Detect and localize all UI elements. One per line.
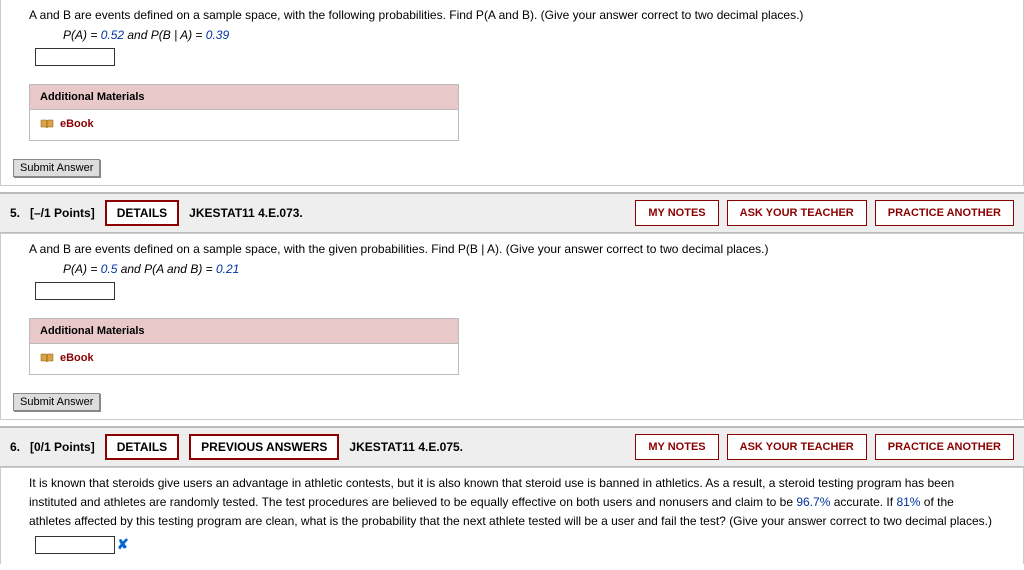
details-button[interactable]: DETAILS: [105, 200, 179, 226]
submit-answer-button[interactable]: Submit Answer: [13, 159, 100, 177]
additional-materials-box: Additional Materials eBook: [29, 84, 459, 141]
q5-val-a: 0.5: [101, 262, 118, 276]
additional-materials-body: eBook: [30, 110, 458, 140]
q6-val-clean: 81%: [896, 495, 920, 509]
question-5: A and B are events defined on a sample s…: [0, 233, 1024, 420]
book-icon: [40, 119, 54, 129]
q5-given-prefix: P(A) =: [63, 262, 101, 276]
q5-points: [–/1 Points]: [30, 206, 95, 220]
my-notes-button-q6[interactable]: MY NOTES: [635, 434, 718, 460]
question-6-prompt: It is known that steroids give users an …: [29, 474, 995, 532]
my-notes-button[interactable]: MY NOTES: [635, 200, 718, 226]
additional-materials-header: Additional Materials: [30, 85, 458, 110]
additional-materials-header-q5: Additional Materials: [30, 319, 458, 344]
q5-given-mid: and P(A and B) =: [117, 262, 216, 276]
ask-teacher-button[interactable]: ASK YOUR TEACHER: [727, 200, 867, 226]
q6-number: 6.: [10, 440, 20, 454]
submit-area-q4: Submit Answer: [1, 151, 1023, 185]
answer-input-q4[interactable]: [35, 48, 115, 66]
q4-given-mid: and P(B | A) =: [124, 28, 206, 42]
q5-header-right: MY NOTES ASK YOUR TEACHER PRACTICE ANOTH…: [635, 200, 1014, 226]
question-5-body: A and B are events defined on a sample s…: [1, 234, 1023, 385]
answer-input-q6[interactable]: [35, 536, 115, 554]
q5-val-b: 0.21: [216, 262, 239, 276]
q6-header-right: MY NOTES ASK YOUR TEACHER PRACTICE ANOTH…: [635, 434, 1014, 460]
q4-given-prefix: P(A) =: [63, 28, 101, 42]
ebook-label: eBook: [60, 118, 94, 130]
q5-ref: JKESTAT11 4.E.073.: [189, 206, 303, 220]
ebook-label-q5: eBook: [60, 352, 94, 364]
question-5-given: P(A) = 0.5 and P(A and B) = 0.21: [63, 262, 995, 276]
q4-val-a: 0.52: [101, 28, 124, 42]
ebook-link-q5[interactable]: eBook: [40, 352, 94, 364]
q4-val-b: 0.39: [206, 28, 229, 42]
ask-teacher-button-q6[interactable]: ASK YOUR TEACHER: [727, 434, 867, 460]
answer-input-q5[interactable]: [35, 282, 115, 300]
question-4-body: A and B are events defined on a sample s…: [1, 0, 1023, 151]
additional-materials-body-q5: eBook: [30, 344, 458, 374]
practice-another-button-q6[interactable]: PRACTICE ANOTHER: [875, 434, 1014, 460]
q5-text: A and B are events defined on a sample s…: [29, 242, 768, 256]
ebook-link[interactable]: eBook: [40, 118, 94, 130]
q6-val-acc: 96.7%: [796, 495, 830, 509]
question-4: A and B are events defined on a sample s…: [0, 0, 1024, 186]
q6-text-b: accurate. If: [830, 495, 896, 509]
previous-answers-button[interactable]: PREVIOUS ANSWERS: [189, 434, 339, 460]
q6-ref: JKESTAT11 4.E.075.: [349, 440, 463, 454]
question-6-header: 6. [0/1 Points] DETAILS PREVIOUS ANSWERS…: [0, 426, 1024, 467]
details-button-q6[interactable]: DETAILS: [105, 434, 179, 460]
q4-text: A and B are events defined on a sample s…: [29, 8, 803, 22]
question-4-given: P(A) = 0.52 and P(B | A) = 0.39: [63, 28, 995, 42]
incorrect-icon: ✘: [117, 536, 129, 553]
q6-answer-row: ✘: [29, 536, 995, 554]
submit-answer-button-q5[interactable]: Submit Answer: [13, 393, 100, 411]
q5-number: 5.: [10, 206, 20, 220]
q6-header-left: 6. [0/1 Points] DETAILS PREVIOUS ANSWERS…: [10, 434, 463, 460]
q5-header-left: 5. [–/1 Points] DETAILS JKESTAT11 4.E.07…: [10, 200, 303, 226]
question-4-prompt: A and B are events defined on a sample s…: [29, 6, 995, 24]
question-5-prompt: A and B are events defined on a sample s…: [29, 240, 995, 258]
question-5-header: 5. [–/1 Points] DETAILS JKESTAT11 4.E.07…: [0, 192, 1024, 233]
q6-points: [0/1 Points]: [30, 440, 95, 454]
additional-materials-box-q5: Additional Materials eBook: [29, 318, 459, 375]
practice-another-button[interactable]: PRACTICE ANOTHER: [875, 200, 1014, 226]
question-6-body: It is known that steroids give users an …: [1, 468, 1023, 564]
question-6: It is known that steroids give users an …: [0, 467, 1024, 564]
book-icon: [40, 353, 54, 363]
submit-area-q5: Submit Answer: [1, 385, 1023, 419]
